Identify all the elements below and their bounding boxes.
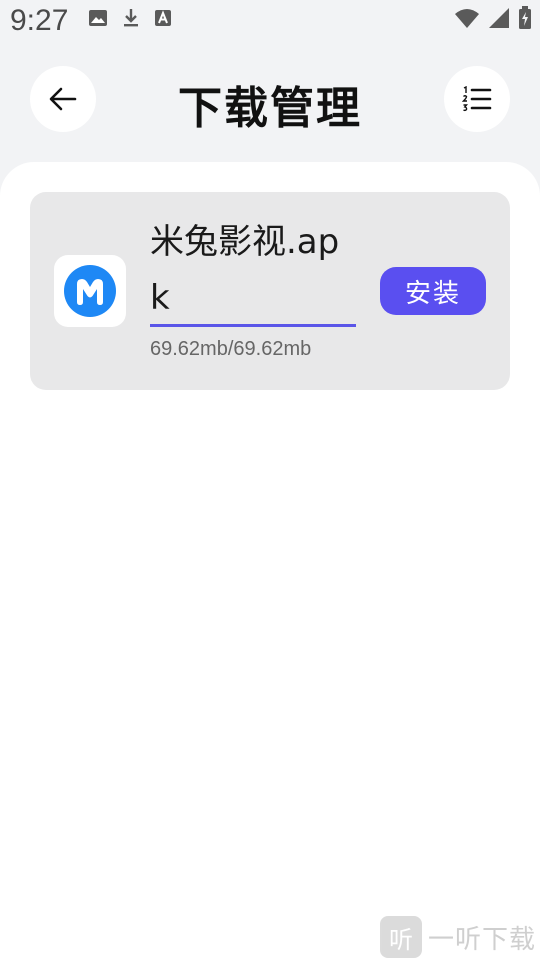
status-icons-right: [454, 6, 532, 30]
wifi-icon: [455, 9, 479, 28]
status-icons-left: [88, 8, 172, 28]
numbered-list-icon: [462, 86, 492, 112]
file-name: 米兔影视.apk: [150, 222, 340, 318]
header: 下载管理: [0, 60, 540, 140]
watermark-text: 一听下载: [428, 924, 537, 955]
file-size: 69.62mb/69.62mb: [150, 338, 312, 360]
app-icon-tile: [54, 255, 126, 327]
signal-icon: [489, 8, 509, 28]
download-progress-bar: [150, 324, 356, 327]
download-icon: [124, 9, 138, 27]
watermark-logo: 听: [380, 916, 422, 958]
image-icon: [89, 10, 107, 26]
download-item[interactable]: 米兔影视.apk 69.62mb/69.62mb 安装: [30, 192, 510, 390]
list-button[interactable]: [444, 66, 510, 132]
battery-icon: [519, 6, 531, 29]
app-logo-icon: [64, 265, 116, 317]
downloads-sheet: 米兔影视.apk 69.62mb/69.62mb 安装: [0, 162, 540, 960]
watermark: 听 一听下载: [380, 916, 536, 958]
font-icon: [155, 10, 171, 26]
status-bar: 9:27: [0, 0, 540, 40]
status-time: 9:27: [10, 4, 69, 37]
install-button[interactable]: 安装: [380, 267, 486, 315]
